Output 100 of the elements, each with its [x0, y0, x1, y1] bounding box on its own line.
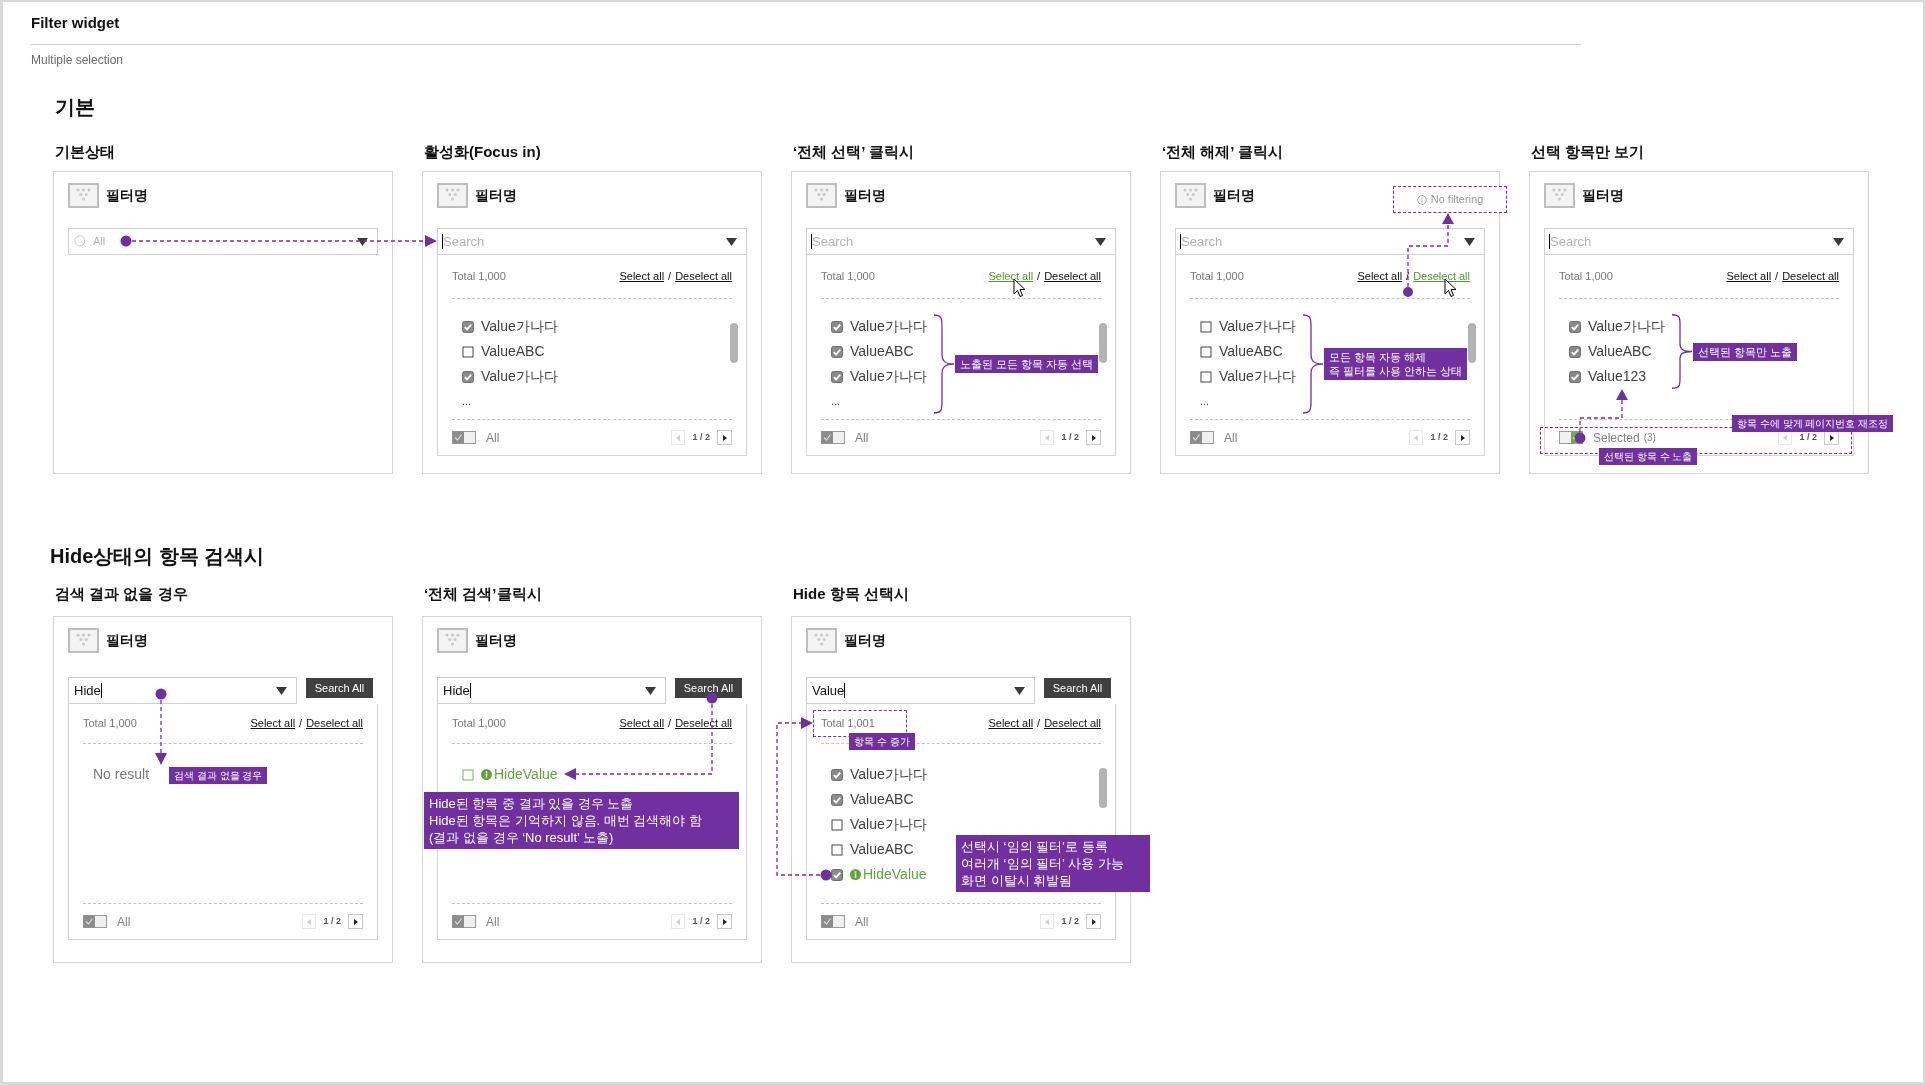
filter-name: 필터명 — [1582, 186, 1624, 205]
toggle-switch[interactable] — [821, 431, 845, 444]
next-page-button[interactable] — [717, 430, 732, 445]
select-all-link[interactable]: Select all — [250, 715, 296, 732]
toggle-switch[interactable] — [83, 915, 107, 928]
panel-title: Hide 항목 선택시 — [793, 584, 910, 604]
note-label: 선택된 항목 수 노출 — [1599, 448, 1698, 465]
scrollbar-thumb[interactable] — [1099, 323, 1107, 363]
dropdown-triangle-icon — [1095, 237, 1106, 246]
filter-name: 필터명 — [844, 631, 886, 650]
checkbox[interactable] — [831, 818, 843, 831]
toggle-switch[interactable] — [452, 915, 476, 928]
deselect-all-link[interactable]: Deselect all — [1044, 715, 1101, 732]
dropdown-triangle-icon — [1464, 237, 1475, 246]
next-page-button[interactable] — [1086, 914, 1101, 929]
dotted-tile-icon — [68, 183, 99, 208]
item-label: ValueABC — [850, 342, 914, 361]
checkbox[interactable] — [462, 370, 474, 383]
search-all-button[interactable]: Search All — [675, 678, 742, 698]
checkbox[interactable] — [831, 843, 843, 856]
toggle-switch[interactable] — [1190, 431, 1214, 444]
caret-left-icon — [676, 918, 681, 925]
note-label: 항목 수 증가 — [849, 733, 915, 750]
dotted-tile-icon — [437, 183, 468, 208]
checkbox[interactable] — [1200, 370, 1212, 383]
toggle-switch[interactable] — [821, 915, 845, 928]
checkbox[interactable] — [831, 793, 843, 806]
page-indicator: 1 / 2 — [1799, 430, 1817, 444]
filter-name: 필터명 — [475, 186, 517, 205]
search-field[interactable]: Hide — [437, 677, 666, 704]
dotted-tile-icon — [68, 628, 99, 653]
checkbox[interactable] — [462, 768, 474, 781]
text-cursor-icon — [844, 683, 846, 698]
dropdown-triangle-icon — [645, 686, 656, 695]
deselect-all-link[interactable]: Deselect all — [1782, 268, 1839, 285]
info-icon — [1416, 194, 1427, 205]
scrollbar-thumb[interactable] — [730, 323, 738, 363]
search-all-button[interactable]: Search All — [1044, 678, 1111, 698]
total-count: Total 1,000 — [821, 269, 875, 285]
next-page-button[interactable] — [1086, 430, 1101, 445]
checkbox[interactable] — [1200, 320, 1212, 333]
item-label: Value123 — [1588, 367, 1647, 386]
checkbox[interactable] — [1569, 320, 1581, 333]
dropdown-triangle-icon — [1833, 237, 1844, 246]
checkbox[interactable] — [831, 370, 843, 383]
separator-text: / — [1037, 269, 1041, 285]
checkbox[interactable] — [831, 320, 843, 333]
deselect-all-link[interactable]: Deselect all — [675, 268, 732, 285]
search-all-button[interactable]: Search All — [306, 678, 373, 698]
total-count: Total 1,000 — [452, 269, 506, 285]
checkbox[interactable] — [1569, 370, 1581, 383]
page-indicator: 1 / 2 — [1061, 430, 1079, 444]
mode-label: All — [1224, 429, 1238, 447]
dotted-tile-icon — [806, 628, 837, 653]
panel-title: ‘전체 해제’ 클릭시 — [1162, 142, 1284, 162]
item-label: HideValue — [494, 765, 558, 784]
page-indicator: 1 / 2 — [692, 914, 710, 928]
separator-text: / — [1037, 716, 1041, 732]
next-page-button[interactable] — [1455, 430, 1470, 445]
deselect-all-link[interactable]: Deselect all — [306, 715, 363, 732]
note-label: 노출된 모든 항목 자동 선택 — [955, 355, 1099, 373]
next-page-button[interactable] — [717, 914, 732, 929]
select-all-link[interactable]: Select all — [988, 268, 1034, 285]
dropdown-triangle-icon — [726, 237, 737, 246]
deselect-all-link[interactable]: Deselect all — [1044, 268, 1101, 285]
checkbox[interactable] — [1569, 345, 1581, 358]
callout-text: No filtering — [1430, 192, 1484, 208]
next-page-button[interactable] — [348, 914, 363, 929]
checkbox[interactable] — [831, 868, 843, 881]
note-label: 모든 항목 자동 해제 즉 필터를 사용 안하는 상태 — [1324, 348, 1468, 380]
item-label: Value가나다 — [1588, 317, 1665, 336]
search-field[interactable]: Value — [806, 677, 1035, 704]
checkbox[interactable] — [462, 345, 474, 358]
item-label: Value가나다 — [850, 317, 927, 336]
checkbox[interactable] — [1200, 345, 1212, 358]
caret-right-icon — [1091, 918, 1096, 925]
mode-label: Selected — [1593, 429, 1640, 447]
select-all-link[interactable]: Select all — [988, 715, 1034, 732]
search-field[interactable]: Hide — [68, 677, 297, 704]
select-all-link[interactable]: Select all — [619, 268, 665, 285]
mode-label: All — [117, 913, 131, 931]
checkbox[interactable] — [831, 345, 843, 358]
checkbox[interactable] — [831, 768, 843, 781]
page-indicator: 1 / 2 — [1430, 430, 1448, 444]
select-all-link[interactable]: Select all — [1357, 268, 1403, 285]
scrollbar-thumb[interactable] — [1468, 323, 1476, 363]
deselect-all-link[interactable]: Deselect all — [675, 715, 732, 732]
checkbox[interactable] — [462, 320, 474, 333]
deselect-all-link[interactable]: Deselect all — [1413, 268, 1470, 285]
item-label: Value가나다 — [1219, 367, 1296, 386]
toggle-switch[interactable] — [452, 431, 476, 444]
panel-title: 선택 항목만 보기 — [1531, 142, 1646, 162]
item-label: Value가나다 — [481, 367, 558, 386]
select-all-link[interactable]: Select all — [619, 715, 665, 732]
scrollbar-thumb[interactable] — [1099, 768, 1107, 808]
mode-label: All — [486, 429, 500, 447]
total-count: Total 1,000 — [452, 716, 506, 732]
filter-name: 필터명 — [844, 186, 886, 205]
search-icon — [73, 234, 88, 249]
select-all-link[interactable]: Select all — [1726, 268, 1772, 285]
